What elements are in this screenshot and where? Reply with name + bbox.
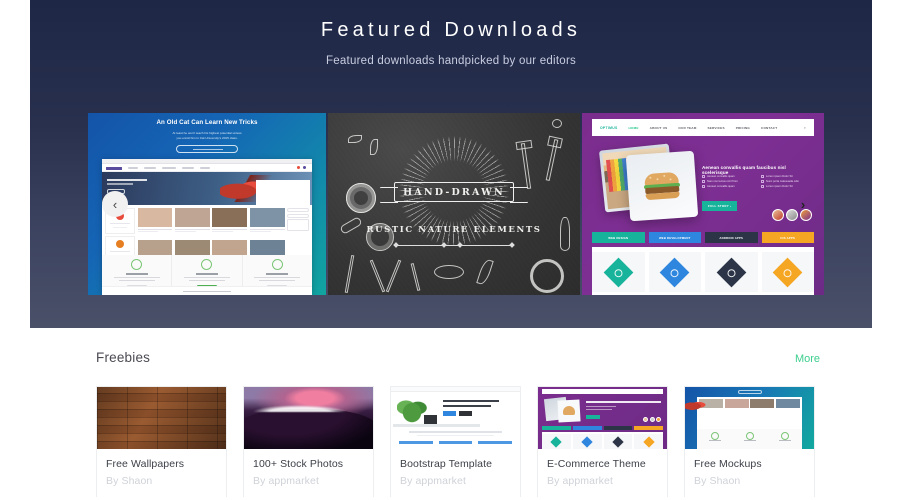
freebie-title: Free Mockups [694, 458, 762, 470]
mockup-hero [102, 172, 312, 205]
freebie-author: By Shaon [106, 475, 153, 487]
freebie-author: By appmarket [547, 475, 613, 487]
mockup-mailing-list [102, 286, 312, 295]
bullet-item: Nunc porta malesuada odio [766, 180, 799, 183]
chalk-log-ring-icon [346, 183, 376, 213]
slide3-nav-home[interactable]: HOME [629, 126, 639, 130]
slide2-divider [393, 242, 515, 248]
slide3-cta-button[interactable]: FULL STORY › [702, 201, 738, 211]
freebie-author: By appmarket [253, 475, 319, 487]
freebie-card-ecommerce-theme[interactable]: E-Commerce Theme By appmarket [537, 386, 668, 497]
freebie-title: Bootstrap Template [400, 458, 493, 470]
bullet-item: Lorem ipsum Dolor Sit [766, 185, 793, 188]
service-card-ios-apps[interactable] [761, 252, 814, 292]
slide1-cta-button[interactable] [176, 145, 238, 153]
slide3-service-tabs[interactable]: WEB DESIGN WEB DEVELOPMENT ANDROID APPS … [592, 232, 814, 243]
service-card-web-development[interactable] [648, 252, 701, 292]
diamond-icon [772, 257, 803, 287]
freebies-more-link[interactable]: More [795, 353, 820, 365]
tab-ios-apps[interactable]: IOS APPS [761, 232, 814, 243]
chalk-campfire-icon [434, 265, 464, 279]
freebie-card-free-mockups[interactable]: Free Mockups By Shaon [684, 386, 815, 497]
slide1-subline-2: you enroll him in Cat University's 2015 … [176, 136, 238, 140]
freebie-title: Free Wallpapers [106, 458, 185, 470]
bullet-item: Lorem ipsum Dolor Sit [766, 175, 793, 178]
bullet-item: Aenean convallis quam [707, 185, 735, 188]
freebie-thumbnail [391, 387, 520, 449]
freebie-card-stock-photos[interactable]: 100+ Stock Photos By appmarket [243, 386, 374, 497]
search-icon[interactable]: ⌕ [804, 125, 806, 130]
freebie-thumbnail [538, 387, 667, 449]
tab-web-development[interactable]: WEB DEVELOPMENT [648, 232, 701, 243]
chalk-paw-icon [552, 119, 562, 128]
freebie-author: By appmarket [400, 475, 466, 487]
slide3-headline: Aenean convallis quam faucibus nisl scel… [702, 165, 786, 175]
freebie-card-free-wallpapers[interactable]: Free Wallpapers By Shaon [96, 386, 227, 497]
slide1-browser-mockup [102, 159, 312, 295]
slide3-nav-contact[interactable]: CONTACT [761, 126, 777, 130]
carousel-slide-cat-university[interactable]: An Old Cat Can Learn New Tricks At least… [88, 113, 326, 295]
service-card-web-design[interactable] [592, 252, 645, 292]
slide3-nav-about[interactable]: ABOUT US [650, 126, 668, 130]
mockup-navbar [102, 164, 312, 172]
slide3-nav-team[interactable]: OUR TEAM [678, 126, 696, 130]
slide2-banner-text: HAND-DRAWN [403, 186, 505, 198]
freebie-thumbnail [97, 387, 226, 449]
avatar [772, 209, 784, 221]
diamond-icon [659, 257, 690, 287]
slide2-ribbon: HAND-DRAWN [380, 175, 528, 209]
slide2-subtitle: RUSTIC NATURE ELEMENTS [366, 225, 542, 235]
freebie-title: 100+ Stock Photos [253, 458, 344, 470]
carousel-next-button[interactable]: › [790, 191, 816, 217]
tab-web-design[interactable]: WEB DESIGN [592, 232, 645, 243]
freebie-card-bootstrap-template[interactable]: Bootstrap Template By appmarket [390, 386, 521, 497]
freebies-header: Freebies More [96, 350, 820, 365]
diamond-icon [716, 257, 747, 287]
carousel-slide-hand-drawn[interactable]: HAND-DRAWN RUSTIC NATURE ELEMENTS [328, 113, 580, 295]
carousel-prev-button[interactable]: ‹ [102, 191, 128, 217]
freebie-thumbnail [685, 387, 814, 449]
bullet-item: Nam non lectus orci Proin [707, 180, 738, 183]
bullet-item: Aenean convallis quam [707, 175, 735, 178]
featured-carousel[interactable]: An Old Cat Can Learn New Tricks At least… [88, 113, 824, 295]
burger-icon [643, 171, 681, 201]
freebies-list: Free Wallpapers By Shaon 100+ Stock Phot… [96, 386, 815, 497]
freebies-title: Freebies [96, 350, 151, 365]
slide3-bullet-list: Aenean convallis quam Lorem ipsum Dolor … [702, 175, 812, 188]
slide3-service-cards [592, 247, 814, 295]
slide3-burger-card [625, 150, 699, 222]
service-card-android-apps[interactable] [705, 252, 758, 292]
tab-android-apps[interactable]: ANDROID APPS [705, 232, 758, 243]
slide3-nav-services[interactable]: SERVICES [708, 126, 725, 130]
slide3-nav-pricing[interactable]: PRICING [736, 126, 750, 130]
carousel-slide-purple-agency[interactable]: OPTIMUS HOME ABOUT US OUR TEAM SERVICES … [582, 113, 824, 295]
page-title: Featured Downloads [320, 19, 582, 41]
freebie-thumbnail [244, 387, 373, 449]
freebie-title: E-Commerce Theme [547, 458, 646, 470]
freebies-section: Freebies More Free Wallpapers By Shaon 1… [0, 328, 900, 500]
page-root: Featured Downloads Featured downloads ha… [0, 0, 900, 500]
diamond-icon [603, 257, 634, 287]
freebie-author: By Shaon [694, 475, 741, 487]
hero-section: Featured Downloads Featured downloads ha… [30, 0, 872, 328]
chalk-rope-icon [530, 259, 564, 293]
slide3-logo: OPTIMUS [600, 125, 618, 130]
page-subtitle: Featured downloads handpicked by our edi… [325, 55, 577, 67]
slide1-headline: An Old Cat Can Learn New Tricks [156, 119, 258, 126]
slide3-navbar[interactable]: OPTIMUS HOME ABOUT US OUR TEAM SERVICES … [592, 119, 814, 136]
